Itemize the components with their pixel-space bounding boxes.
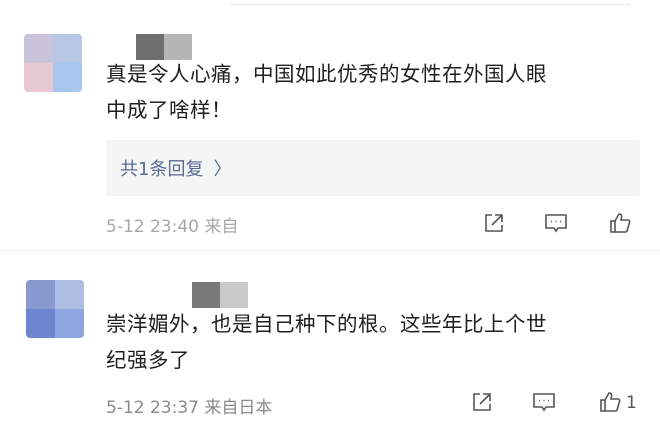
- comment-icon: [533, 393, 555, 412]
- thumbs-up-icon: [600, 392, 621, 412]
- comment-text: 真是令人心痛，中国如此优秀的女性在外国人眼 中成了啥样！: [106, 56, 646, 128]
- comment-item: 崇洋媚外，也是自己种下的根。这些年比上个世 纪强多了 5-12 23:37 来自…: [0, 250, 660, 427]
- comment-text-line: 纪强多了: [106, 348, 190, 372]
- comment-text-line: 中成了啥样！: [106, 98, 232, 122]
- username-blurred[interactable]: [192, 282, 248, 308]
- reply-button[interactable]: [528, 387, 560, 417]
- share-icon: [485, 214, 503, 232]
- comment-icon: [545, 214, 567, 233]
- like-button[interactable]: [604, 208, 636, 238]
- comment-meta: 5-12 23:37 来自日本: [106, 398, 273, 418]
- share-button[interactable]: [478, 208, 510, 238]
- replies-label: 共1条回复: [120, 159, 204, 180]
- comment-text-line: 崇洋媚外，也是自己种下的根。这些年比上个世: [106, 312, 547, 336]
- share-button[interactable]: [466, 387, 498, 417]
- thumbs-up-icon: [610, 213, 631, 233]
- like-button[interactable]: [594, 387, 626, 417]
- share-icon: [473, 393, 491, 411]
- comment-meta: 5-12 23:40 来自: [106, 217, 239, 237]
- like-count: 1: [626, 393, 637, 413]
- avatar[interactable]: [24, 34, 82, 92]
- reply-button[interactable]: [540, 208, 572, 238]
- avatar[interactable]: [26, 280, 84, 338]
- chevron-right-icon: 〉: [213, 159, 232, 180]
- comment-item: 真是令人心痛，中国如此优秀的女性在外国人眼 中成了啥样！ 共1条回复 〉 5-1…: [0, 0, 660, 250]
- comment-text: 崇洋媚外，也是自己种下的根。这些年比上个世 纪强多了: [106, 306, 646, 378]
- view-replies-button[interactable]: 共1条回复 〉: [106, 140, 640, 196]
- comment-text-line: 真是令人心痛，中国如此优秀的女性在外国人眼: [106, 62, 547, 86]
